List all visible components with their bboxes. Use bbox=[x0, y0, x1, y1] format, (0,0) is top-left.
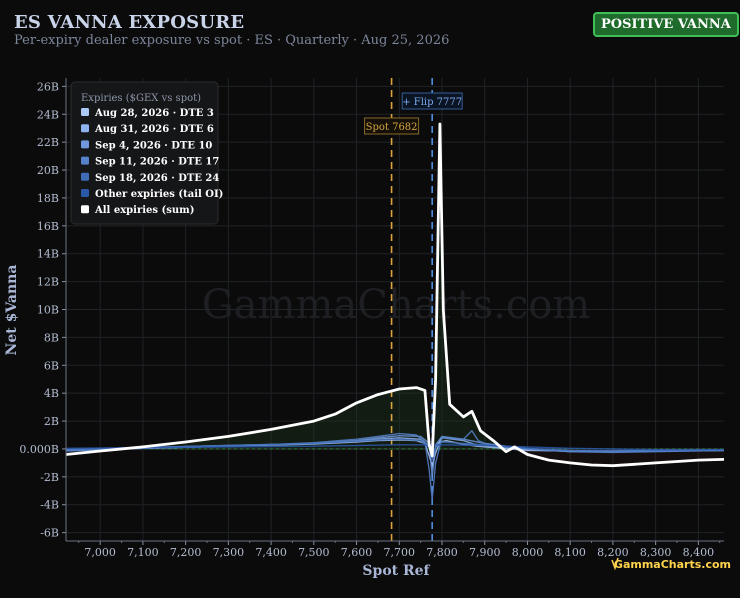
x-tick-label: 7,400 bbox=[255, 546, 287, 559]
legend-swatch bbox=[81, 124, 89, 133]
legend-item-label: Sep 18, 2026 · DTE 24 bbox=[95, 173, 219, 184]
x-tick-label: 7,900 bbox=[469, 546, 501, 559]
y-tick-label: 18B bbox=[37, 192, 59, 205]
y-tick-label: 8B bbox=[44, 331, 59, 344]
x-tick-label: 7,800 bbox=[426, 546, 458, 559]
watermark: GammaCharts.com bbox=[202, 282, 591, 328]
legend-swatch bbox=[81, 189, 89, 197]
chart-legend[interactable]: Expiries ($GEX vs spot) Aug 28, 2026 · DT… bbox=[70, 81, 223, 225]
y-axis-label: Net $Vanna bbox=[4, 265, 20, 356]
y-tick-label: 2B bbox=[44, 415, 59, 428]
y-tick-label: 22B bbox=[37, 136, 59, 149]
legend-item-label: Other expiries (tail OI) bbox=[95, 189, 223, 200]
x-tick-label: 7,700 bbox=[384, 546, 416, 559]
legend-swatch bbox=[81, 140, 89, 149]
legend-item-label: All expiries (sum) bbox=[94, 205, 194, 216]
y-tick-label: 10B bbox=[37, 304, 59, 317]
vanna-chart: GammaCharts.com Spot 7682 + Flip 7777 -6B… bbox=[4, 78, 731, 579]
y-tick-label: 16B bbox=[37, 220, 59, 233]
y-tick-label: 12B bbox=[37, 276, 59, 289]
x-tick-label: 8,100 bbox=[554, 546, 586, 559]
legend-item-label: Aug 31, 2026 · DTE 6 bbox=[94, 124, 214, 135]
y-tick-label: -4B bbox=[40, 499, 59, 512]
x-tick-label: 7,000 bbox=[84, 546, 116, 559]
legend-item-label: Sep 4, 2026 · DTE 10 bbox=[95, 140, 212, 151]
y-tick-label: 20B bbox=[37, 164, 59, 177]
x-tick-label: 7,300 bbox=[213, 546, 245, 559]
y-tick-label: -2B bbox=[40, 471, 59, 484]
legend-swatch bbox=[81, 205, 89, 214]
y-tick-label: 6B bbox=[44, 359, 59, 372]
flip-label: + Flip 7777 bbox=[402, 97, 462, 108]
y-tick-label: 14B bbox=[37, 248, 59, 261]
brand-logo: GammaCharts.com bbox=[611, 557, 731, 571]
legend-item-label: Aug 28, 2026 · DTE 3 bbox=[94, 108, 214, 119]
x-tick-label: 7,200 bbox=[170, 546, 202, 559]
legend-item-label: Sep 11, 2026 · DTE 17 bbox=[95, 157, 219, 168]
legend-swatch bbox=[81, 172, 89, 181]
y-tick-label: -6B bbox=[40, 527, 59, 540]
spot-label: Spot 7682 bbox=[366, 122, 418, 133]
legend-swatch bbox=[81, 108, 89, 116]
y-tick-label: 26B bbox=[37, 80, 59, 93]
y-tick-label: 0.000B bbox=[19, 443, 59, 456]
y-tick-label: 4B bbox=[44, 387, 59, 400]
legend-title: Expiries ($GEX vs spot) bbox=[81, 93, 201, 104]
x-tick-label: 8,000 bbox=[512, 546, 544, 559]
x-tick-label: 7,100 bbox=[127, 546, 159, 559]
y-tick-label: 24B bbox=[37, 108, 59, 121]
x-axis-label: Spot Ref bbox=[362, 563, 430, 579]
legend-swatch bbox=[81, 156, 89, 165]
x-tick-label: 7,500 bbox=[298, 546, 330, 559]
brand-text: GammaCharts.com bbox=[614, 558, 731, 571]
x-tick-label: 7,600 bbox=[341, 546, 373, 559]
